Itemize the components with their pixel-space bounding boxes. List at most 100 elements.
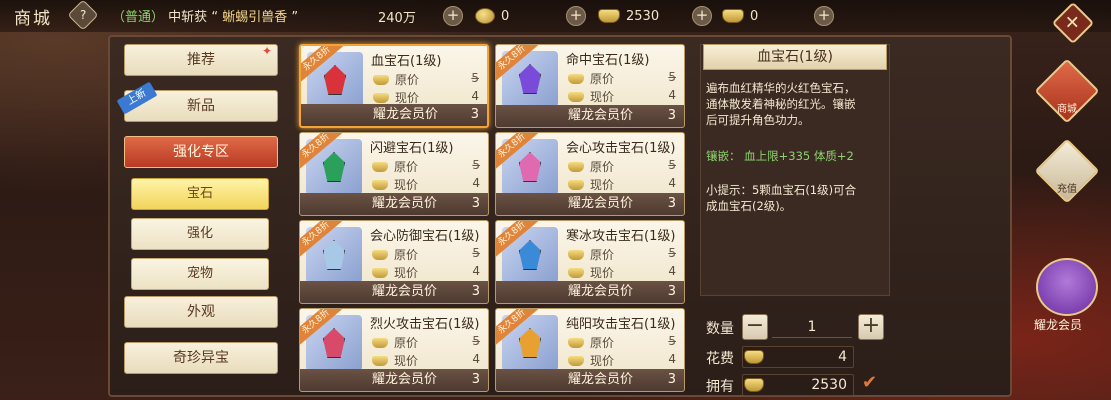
resource-value: 240万 xyxy=(378,10,416,26)
vip-price: 3 xyxy=(471,196,480,211)
help-button[interactable]: ? xyxy=(67,0,99,31)
category-appearance[interactable]: 外观 xyxy=(124,296,278,328)
original-price-label: 原价 xyxy=(394,248,419,262)
ingot-icon xyxy=(372,249,388,260)
broadcast-quote-open: “ xyxy=(211,10,219,25)
product-card[interactable]: 永久8折 寒冰攻击宝石(1级) 原价 5 现价 4 耀龙会员价 3 xyxy=(495,220,685,304)
original-price-row: 原价 xyxy=(568,334,614,351)
product-card[interactable]: 永久8折 闪避宝石(1级) 原价 5 现价 4 耀龙会员价 3 xyxy=(299,132,489,216)
notification-icon: ✦ xyxy=(262,44,273,58)
resource-silver: 240万 xyxy=(378,5,416,27)
product-name: 寒冰攻击宝石(1级) xyxy=(566,229,676,244)
product-card[interactable]: 永久8折 烈火攻击宝石(1级) 原价 5 现价 4 耀龙会员价 3 xyxy=(299,308,489,392)
broadcast-item: 蜥蜴引兽香 xyxy=(222,10,288,25)
ingot-icon xyxy=(568,161,584,172)
current-price-row: 现价 xyxy=(372,176,418,193)
ingot-icon xyxy=(373,74,389,85)
subcategory-enhance[interactable]: 强化 xyxy=(131,218,269,250)
vip-price-label: 耀龙会员价 xyxy=(568,196,634,211)
original-price-row: 原价 xyxy=(372,334,418,351)
current-price: 4 xyxy=(472,176,480,190)
broadcast-quote-close: ” xyxy=(291,10,299,25)
product-card[interactable]: 永久8折 命中宝石(1级) 原价 5 现价 4 耀龙会员价 3 xyxy=(495,44,685,128)
gem-icon xyxy=(519,64,541,94)
category-enhance[interactable]: 强化专区 xyxy=(124,136,278,168)
quantity-input[interactable]: 1 xyxy=(772,316,852,338)
ingot-icon xyxy=(372,267,388,278)
cost-label: 花费 xyxy=(706,351,734,367)
original-price-row: 原价 xyxy=(373,71,419,88)
category-treasure[interactable]: 奇珍异宝 xyxy=(124,342,278,374)
subcategory-gem[interactable]: 宝石 xyxy=(131,178,269,210)
vip-price-bar: 耀龙会员价 3 xyxy=(300,193,488,215)
ingot-icon xyxy=(373,92,389,103)
product-card[interactable]: 永久8折 会心防御宝石(1级) 原价 5 现价 4 耀龙会员价 3 xyxy=(299,220,489,304)
ingot-icon xyxy=(568,249,584,260)
current-price: 4 xyxy=(472,352,480,366)
add-coin-button[interactable]: + xyxy=(566,6,586,26)
product-card[interactable]: 永久8折 血宝石(1级) 原价 5 现价 4 耀龙会员价 3 xyxy=(299,44,489,128)
current-price: 4 xyxy=(668,352,676,366)
quantity-label: 数量 xyxy=(706,321,734,337)
vip-side-button[interactable] xyxy=(1036,258,1098,316)
gem-icon xyxy=(323,240,345,270)
original-price-row: 原价 xyxy=(568,70,614,87)
add-bound-ingot-button[interactable]: + xyxy=(814,6,834,26)
product-card[interactable]: 永久8折 会心攻击宝石(1级) 原价 5 现价 4 耀龙会员价 3 xyxy=(495,132,685,216)
resource-ingot: 2530 xyxy=(598,5,659,27)
original-price-row: 原价 xyxy=(372,246,418,263)
current-price-row: 现价 xyxy=(372,264,418,281)
current-price: 4 xyxy=(471,89,479,103)
original-price-label: 原价 xyxy=(590,72,615,86)
vip-price: 3 xyxy=(471,284,480,299)
product-name: 纯阳攻击宝石(1级) xyxy=(566,317,676,332)
current-price-label: 现价 xyxy=(590,178,615,192)
broadcast-channel: （普通） xyxy=(112,10,165,25)
original-price: 5 xyxy=(668,70,676,84)
ingot-icon xyxy=(372,355,388,366)
resource-value: 2530 xyxy=(626,8,660,24)
quantity-increase-button[interactable]: + xyxy=(858,314,884,340)
vip-price-label: 耀龙会员价 xyxy=(372,284,438,299)
current-price-row: 现价 xyxy=(372,352,418,369)
original-price-row: 原价 xyxy=(372,158,418,175)
category-recommend[interactable]: 推荐 xyxy=(124,44,278,76)
item-detail-title: 血宝石(1级) xyxy=(703,44,887,70)
product-name: 闪避宝石(1级) xyxy=(370,141,454,156)
original-price-label: 原价 xyxy=(590,160,615,174)
ingot-icon xyxy=(372,161,388,172)
add-silver-button[interactable]: + xyxy=(443,6,463,26)
vip-price: 3 xyxy=(667,108,676,123)
ingot-icon xyxy=(568,91,584,102)
broadcast-marquee: （普通） 中斩获 “ 蜥蜴引兽香 ” xyxy=(112,6,298,25)
vip-price: 3 xyxy=(667,284,676,299)
original-price-label: 原价 xyxy=(394,160,419,174)
gem-icon xyxy=(324,65,346,95)
quantity-decrease-button[interactable]: − xyxy=(742,314,768,340)
vip-price-label: 耀龙会员价 xyxy=(373,107,439,122)
page-title: 商城 xyxy=(14,9,52,29)
ingot-icon xyxy=(568,337,584,348)
original-price: 5 xyxy=(668,158,676,172)
product-name: 命中宝石(1级) xyxy=(566,53,650,68)
original-price-label: 原价 xyxy=(590,248,615,262)
subcategory-pet[interactable]: 宠物 xyxy=(131,258,269,290)
vip-price: 3 xyxy=(667,196,676,211)
add-ingot-button[interactable]: + xyxy=(692,6,712,26)
product-name: 血宝石(1级) xyxy=(371,54,442,69)
current-price-label: 现价 xyxy=(590,266,615,280)
resource-coin: 0 xyxy=(475,5,509,27)
ingot-icon xyxy=(568,73,584,84)
current-price-label: 现价 xyxy=(394,178,419,192)
vip-price-label: 耀龙会员价 xyxy=(568,108,634,123)
current-price-row: 现价 xyxy=(568,88,614,105)
vip-price-bar: 耀龙会员价 3 xyxy=(301,104,487,126)
product-name: 烈火攻击宝石(1级) xyxy=(370,317,480,332)
original-price: 5 xyxy=(472,246,480,260)
item-tip-line: 成血宝石(2级)。 xyxy=(706,199,792,213)
vip-price-bar: 耀龙会员价 3 xyxy=(300,369,488,391)
ingot-icon xyxy=(568,267,584,278)
product-card[interactable]: 永久8折 纯阳攻击宝石(1级) 原价 5 现价 4 耀龙会员价 3 xyxy=(495,308,685,392)
product-name: 会心攻击宝石(1级) xyxy=(566,141,676,156)
shop-side-label: 商城 xyxy=(1057,104,1077,115)
